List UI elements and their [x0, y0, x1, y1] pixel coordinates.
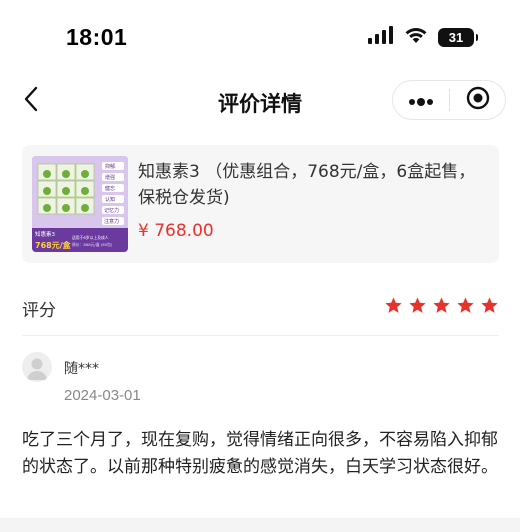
status-time: 18:01	[66, 24, 128, 50]
more-button[interactable]	[393, 81, 449, 119]
avatar	[22, 352, 52, 382]
bottom-section-separator	[0, 518, 520, 532]
miniprogram-capsule	[392, 80, 506, 120]
star-icon	[480, 296, 499, 319]
thumb-side-label: 抑郁	[105, 163, 115, 170]
divider	[22, 335, 499, 336]
battery-icon: 31	[438, 27, 478, 47]
nav-bar: 评价详情	[0, 72, 520, 130]
rating-row: 评分	[22, 284, 499, 332]
star-icon	[408, 296, 427, 319]
star-icon	[432, 296, 451, 319]
status-icons: 31	[368, 26, 478, 48]
more-dots-icon	[408, 91, 434, 110]
battery-level: 31	[448, 29, 464, 45]
thumb-side-label: 健忘	[105, 185, 115, 192]
back-chevron-icon	[23, 86, 39, 116]
thumb-side-label: 增强	[105, 174, 115, 181]
thumb-brand: 知惠素3	[35, 230, 56, 238]
review-date: 2024-03-01	[64, 387, 141, 404]
thumb-side-label: 认知	[105, 196, 115, 203]
miniprogram-close-icon	[466, 86, 490, 114]
close-miniprogram-button[interactable]	[450, 81, 505, 119]
product-price: ¥ 768.00	[138, 221, 214, 241]
rating-stars	[384, 296, 499, 319]
star-icon	[384, 296, 403, 319]
thumb-price-tag: 768元/盒	[35, 240, 72, 250]
thumb-caption: 适用于6岁以上及成人	[72, 235, 109, 240]
product-card[interactable]: 抑郁 增强 健忘 认知 记忆力 注意力 知惠素3 768元/盒 适用于6岁以上及…	[22, 145, 499, 263]
product-image: 抑郁 增强 健忘 认知 记忆力 注意力 知惠素3 768元/盒 适用于6岁以上及…	[32, 156, 128, 252]
thumb-caption: 原价：868元/盒 (60包)	[72, 242, 113, 247]
status-bar: 18:01 31	[0, 0, 520, 72]
review-username: 随***	[64, 361, 99, 377]
rating-label: 评分	[22, 301, 56, 321]
back-button[interactable]	[16, 84, 46, 118]
product-name: 知惠素3 （优惠组合，768元/盒，6盒起售，保税仓发货)	[138, 162, 476, 208]
thumb-side-label: 注意力	[104, 218, 119, 225]
signal-icon	[368, 26, 394, 48]
thumb-side-label: 记忆力	[104, 207, 119, 214]
star-icon	[456, 296, 475, 319]
review-text: 吃了三个月了，现在复购，觉得情绪正向很多，不容易陷入抑郁的状态了。以前那种特别疲…	[22, 430, 498, 477]
wifi-icon	[404, 26, 428, 48]
